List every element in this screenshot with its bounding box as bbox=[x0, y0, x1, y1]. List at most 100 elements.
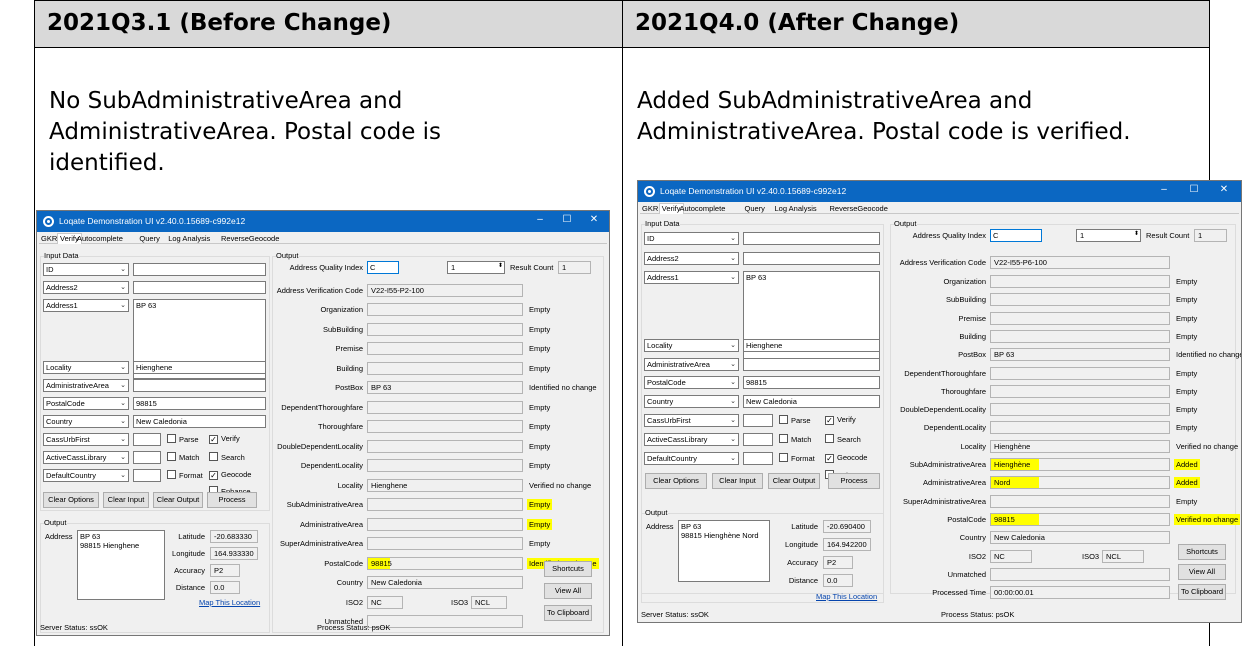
map-this-location-link[interactable]: Map This Location bbox=[816, 592, 877, 601]
input-cassurbfirst[interactable] bbox=[743, 414, 773, 427]
input-locality[interactable]: Hienghene bbox=[133, 361, 266, 374]
side-button-view-all[interactable]: View All bbox=[1178, 564, 1226, 580]
input-administrativearea[interactable] bbox=[743, 358, 880, 371]
input-postalcode[interactable]: 98815 bbox=[133, 397, 266, 410]
checkbox-search[interactable]: Search bbox=[825, 434, 861, 444]
combo-locality[interactable]: Locality ⌄ bbox=[644, 339, 739, 352]
input-administrativearea[interactable] bbox=[133, 379, 266, 392]
combo-postalcode[interactable]: PostalCode ⌄ bbox=[644, 376, 739, 389]
maximize-icon[interactable]: ☐ bbox=[560, 214, 574, 225]
tab-query[interactable]: Query bbox=[743, 204, 767, 214]
side-button-view-all[interactable]: View All bbox=[544, 583, 592, 599]
combo-administrativearea[interactable]: AdministrativeArea ⌄ bbox=[644, 358, 739, 371]
tab-autocomplete[interactable]: Autocomplete bbox=[678, 204, 728, 214]
input-id[interactable] bbox=[133, 263, 266, 276]
minimize-icon[interactable]: – bbox=[533, 214, 547, 225]
unchecked-box-icon[interactable] bbox=[167, 434, 176, 443]
combo-defaultcountry[interactable]: DefaultCountry ⌄ bbox=[43, 469, 129, 482]
checkbox-match[interactable]: Match bbox=[779, 434, 811, 444]
side-button-shortcuts[interactable]: Shortcuts bbox=[1178, 544, 1226, 560]
checkbox-parse[interactable]: Parse bbox=[779, 415, 811, 425]
unchecked-box-icon[interactable] bbox=[779, 415, 788, 424]
unchecked-box-icon[interactable] bbox=[167, 452, 176, 461]
combo-cassurbfirst[interactable]: CassUrbFirst ⌄ bbox=[644, 414, 739, 427]
button-process[interactable]: Process bbox=[828, 473, 880, 489]
input-address2[interactable] bbox=[133, 281, 266, 294]
input-postalcode[interactable]: 98815 bbox=[743, 376, 880, 389]
combo-administrativearea[interactable]: AdministrativeArea ⌄ bbox=[43, 379, 129, 392]
input-country[interactable]: New Caledonia bbox=[743, 395, 880, 408]
result-index-spinner[interactable]: 1 ⬍ bbox=[1076, 229, 1141, 242]
checkbox-geocode[interactable]: ✓ Geocode bbox=[825, 453, 867, 463]
button-clear-output[interactable]: Clear Output bbox=[153, 492, 203, 508]
side-button-to-clipboard[interactable]: To Clipboard bbox=[1178, 584, 1226, 600]
combo-postalcode[interactable]: PostalCode ⌄ bbox=[43, 397, 129, 410]
combo-address1[interactable]: Address1 ⌄ bbox=[43, 299, 129, 312]
input-cassurbfirst[interactable] bbox=[133, 433, 161, 446]
button-clear-input[interactable]: Clear Input bbox=[712, 473, 763, 489]
tab-reversegeocode[interactable]: ReverseGeocode bbox=[828, 204, 890, 214]
spinner-arrows-icon[interactable]: ⬍ bbox=[498, 262, 503, 269]
checkbox-verify[interactable]: ✓ Verify bbox=[209, 434, 240, 444]
combo-country[interactable]: Country ⌄ bbox=[43, 415, 129, 428]
input-activecasslibrary[interactable] bbox=[743, 433, 773, 446]
tab-log-analysis[interactable]: Log Analysis bbox=[773, 204, 819, 214]
unchecked-box-icon[interactable] bbox=[779, 434, 788, 443]
combo-address2[interactable]: Address2 ⌄ bbox=[644, 252, 739, 265]
combo-id[interactable]: ID ⌄ bbox=[644, 232, 739, 245]
combo-cassurbfirst[interactable]: CassUrbFirst ⌄ bbox=[43, 433, 129, 446]
input-locality[interactable]: Hienghene bbox=[743, 339, 880, 352]
button-process[interactable]: Process bbox=[207, 492, 257, 508]
input-defaultcountry[interactable] bbox=[133, 469, 161, 482]
close-icon[interactable]: ✕ bbox=[587, 214, 601, 225]
maximize-icon[interactable]: ☐ bbox=[1187, 184, 1201, 195]
side-button-to-clipboard[interactable]: To Clipboard bbox=[544, 605, 592, 621]
side-button-shortcuts[interactable]: Shortcuts bbox=[544, 561, 592, 577]
combo-country[interactable]: Country ⌄ bbox=[644, 395, 739, 408]
checkbox-verify[interactable]: ✓ Verify bbox=[825, 415, 856, 425]
combo-defaultcountry[interactable]: DefaultCountry ⌄ bbox=[644, 452, 739, 465]
tab-autocomplete[interactable]: Autocomplete bbox=[75, 234, 125, 244]
checkbox-search[interactable]: Search bbox=[209, 452, 245, 462]
combo-activecasslibrary[interactable]: ActiveCassLibrary ⌄ bbox=[644, 433, 739, 446]
combo-activecasslibrary[interactable]: ActiveCassLibrary ⌄ bbox=[43, 451, 129, 464]
window-title: Loqate Demonstration UI v2.40.0.15689-c9… bbox=[660, 186, 847, 196]
tab-query[interactable]: Query bbox=[137, 234, 161, 244]
checkbox-format[interactable]: Format bbox=[167, 470, 203, 480]
unchecked-box-icon[interactable] bbox=[209, 452, 218, 461]
checkbox-match[interactable]: Match bbox=[167, 452, 199, 462]
unchecked-box-icon[interactable] bbox=[167, 470, 176, 479]
input-activecasslibrary[interactable] bbox=[133, 451, 161, 464]
checked-box-icon[interactable]: ✓ bbox=[209, 471, 218, 480]
input-id[interactable] bbox=[743, 232, 880, 245]
button-clear-output[interactable]: Clear Output bbox=[768, 473, 820, 489]
combo-address2[interactable]: Address2 ⌄ bbox=[43, 281, 129, 294]
input-country[interactable]: New Caledonia bbox=[133, 415, 266, 428]
checked-box-icon[interactable]: ✓ bbox=[825, 454, 834, 463]
input-defaultcountry[interactable] bbox=[743, 452, 773, 465]
tab-log-analysis[interactable]: Log Analysis bbox=[166, 234, 212, 244]
checkbox-format[interactable]: Format bbox=[779, 453, 815, 463]
input-address2[interactable] bbox=[743, 252, 880, 265]
tab-gkr[interactable]: GKR bbox=[640, 204, 660, 214]
map-this-location-link[interactable]: Map This Location bbox=[199, 598, 260, 607]
combo-locality[interactable]: Locality ⌄ bbox=[43, 361, 129, 374]
close-icon[interactable]: ✕ bbox=[1217, 184, 1231, 195]
checkbox-geocode[interactable]: ✓ Geocode bbox=[209, 470, 251, 480]
unchecked-box-icon[interactable] bbox=[825, 434, 834, 443]
combo-address1[interactable]: Address1 ⌄ bbox=[644, 271, 739, 284]
input-address1[interactable]: BP 63 bbox=[743, 271, 880, 371]
unchecked-box-icon[interactable] bbox=[779, 453, 788, 462]
button-clear-options[interactable]: Clear Options bbox=[645, 473, 707, 489]
result-index-spinner[interactable]: 1 ⬍ bbox=[447, 261, 505, 274]
button-clear-options[interactable]: Clear Options bbox=[43, 492, 99, 508]
tab-reversegeocode[interactable]: ReverseGeocode bbox=[219, 234, 281, 244]
combo-id[interactable]: ID ⌄ bbox=[43, 263, 129, 276]
spinner-arrows-icon[interactable]: ⬍ bbox=[1134, 230, 1139, 237]
button-clear-input[interactable]: Clear Input bbox=[103, 492, 149, 508]
checked-box-icon[interactable]: ✓ bbox=[209, 435, 218, 444]
checked-box-icon[interactable]: ✓ bbox=[825, 416, 834, 425]
address-output-box: BP 63 98815 Hienghene bbox=[77, 530, 165, 600]
minimize-icon[interactable]: – bbox=[1157, 184, 1171, 195]
checkbox-parse[interactable]: Parse bbox=[167, 434, 199, 444]
